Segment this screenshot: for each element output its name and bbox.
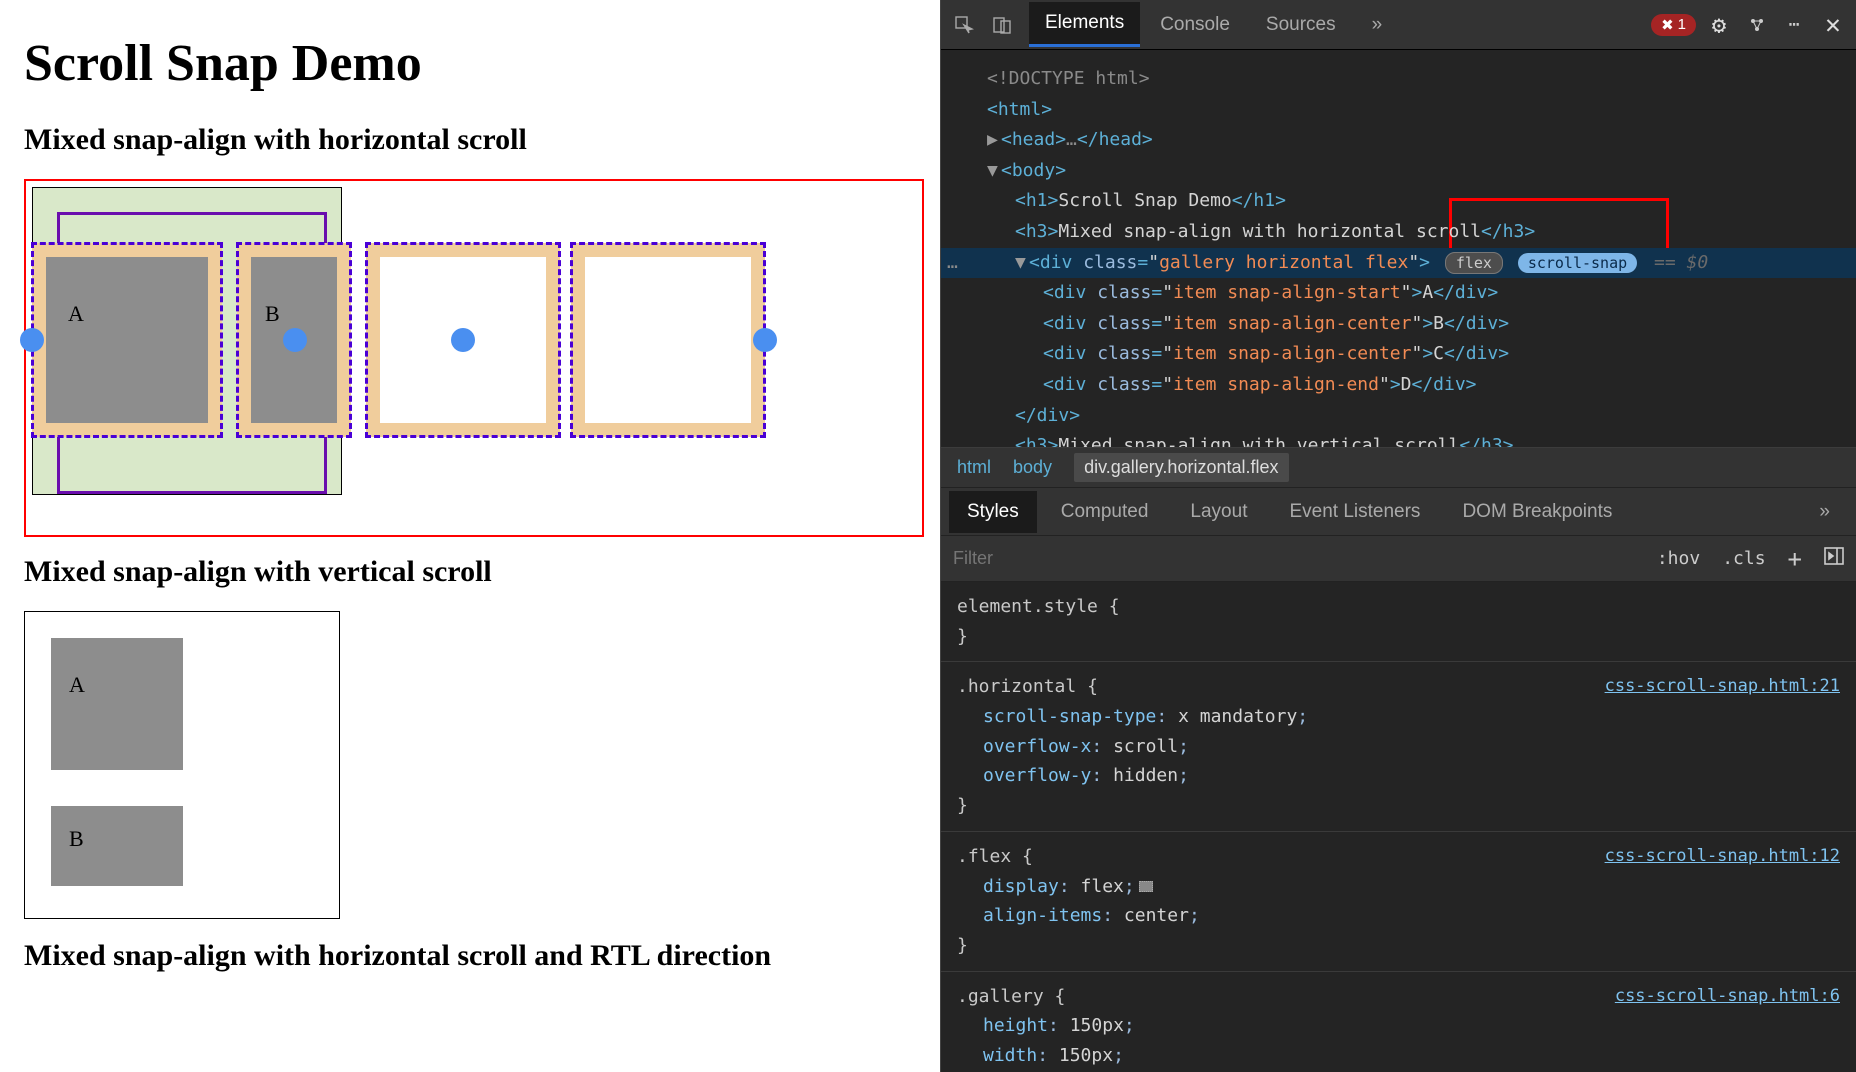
source-link[interactable]: css-scroll-snap.html:21 [1605, 672, 1840, 700]
snap-point-dot [451, 328, 475, 352]
flex-editor-icon[interactable] [1139, 881, 1153, 892]
dom-node[interactable]: ▼<body> [969, 156, 1844, 187]
section-heading-vertical: Mixed snap-align with vertical scroll [24, 555, 916, 589]
dom-node[interactable]: ▶<head>…</head> [969, 125, 1844, 156]
page-title: Scroll Snap Demo [24, 34, 916, 93]
devtools-panel: Elements Console Sources » ✖ 1 ⚙ ⋯ ✕ <!D… [940, 0, 1856, 1072]
tab-layout[interactable]: Layout [1172, 491, 1265, 533]
console-ref: == $0 [1654, 252, 1708, 273]
tabs-overflow[interactable]: » [1356, 4, 1399, 46]
styles-tabs: Styles Computed Layout Event Listeners D… [941, 488, 1856, 536]
flex-badge[interactable]: flex [1445, 252, 1503, 274]
css-declaration[interactable]: width: 150px; [957, 1041, 1840, 1071]
gallery-vertical[interactable]: A B [24, 611, 340, 919]
cls-toggle[interactable]: .cls [1722, 548, 1765, 569]
css-selector[interactable]: .horizontal [957, 676, 1076, 697]
dom-node[interactable]: </div> [969, 401, 1844, 432]
devtools-tabs: Elements Console Sources » [1029, 2, 1398, 47]
more-tools-icon[interactable] [1742, 10, 1772, 40]
rendered-page: Scroll Snap Demo Mixed snap-align with h… [0, 0, 940, 1072]
css-declaration[interactable]: scroll-snap-type: x mandatory; [957, 702, 1840, 732]
dom-node[interactable]: <div class="item snap-align-center">C</d… [969, 339, 1844, 370]
css-selector[interactable]: element.style [957, 596, 1098, 617]
css-selector[interactable]: .gallery [957, 986, 1044, 1007]
breadcrumb-item[interactable]: html [957, 457, 991, 478]
source-link[interactable]: css-scroll-snap.html:12 [1605, 842, 1840, 870]
dom-node[interactable]: <h3>Mixed snap-align with horizontal scr… [969, 217, 1844, 248]
styles-filter-input[interactable] [953, 548, 1635, 569]
error-count-badge[interactable]: ✖ 1 [1651, 14, 1696, 36]
kebab-menu-icon[interactable]: ⋯ [1780, 10, 1810, 40]
tab-elements[interactable]: Elements [1029, 2, 1140, 47]
scroll-snap-badge[interactable]: scroll-snap [1518, 253, 1637, 273]
css-declaration[interactable]: overflow-x: scroll; [957, 732, 1840, 762]
css-rule[interactable]: css-scroll-snap.html:12 .flex { display:… [941, 832, 1856, 972]
gutter-ellipsis: … [947, 248, 958, 279]
styles-rules-pane[interactable]: element.style { } css-scroll-snap.html:2… [941, 582, 1856, 1072]
error-icon: ✖ [1661, 16, 1674, 34]
snap-point-dot [753, 328, 777, 352]
tab-styles[interactable]: Styles [949, 491, 1037, 533]
breadcrumb: html body div.gallery.horizontal.flex [941, 448, 1856, 488]
close-devtools-icon[interactable]: ✕ [1818, 10, 1848, 40]
hover-toggle[interactable]: :hov [1657, 548, 1700, 569]
inspect-element-icon[interactable] [949, 10, 979, 40]
tab-console[interactable]: Console [1144, 4, 1246, 46]
devtools-node-highlight: A B [24, 179, 924, 537]
snap-item-c [366, 243, 560, 437]
sidebar-toggle-icon[interactable] [1824, 547, 1844, 570]
source-link[interactable]: css-scroll-snap.html:6 [1615, 982, 1840, 1010]
breadcrumb-item[interactable]: body [1013, 457, 1052, 478]
breadcrumb-item-active[interactable]: div.gallery.horizontal.flex [1074, 453, 1288, 482]
css-rule[interactable]: element.style { } [941, 582, 1856, 662]
settings-gear-icon[interactable]: ⚙ [1704, 10, 1734, 40]
gallery-item-a-grey [47, 276, 177, 406]
css-declaration[interactable]: height: 150px; [957, 1011, 1840, 1041]
tabs-overflow[interactable]: » [1801, 491, 1848, 533]
item-label: A [69, 672, 85, 698]
dom-node[interactable]: <h1>Scroll Snap Demo</h1> [969, 186, 1844, 217]
dom-tree[interactable]: <!DOCTYPE html> <html> ▶<head>…</head> ▼… [941, 50, 1856, 448]
styles-filter-bar: :hov .cls + [941, 536, 1856, 582]
gallery-item[interactable]: B [51, 806, 183, 886]
section-heading-horizontal: Mixed snap-align with horizontal scroll [24, 123, 916, 157]
devtools-toolbar: Elements Console Sources » ✖ 1 ⚙ ⋯ ✕ [941, 0, 1856, 50]
new-rule-button[interactable]: + [1788, 545, 1802, 573]
device-toggle-icon[interactable] [987, 10, 1017, 40]
dom-node[interactable]: <h3>Mixed snap-align with vertical scrol… [969, 431, 1844, 448]
css-declaration[interactable]: overflow-y: hidden; [957, 761, 1840, 791]
tab-dom-breakpoints[interactable]: DOM Breakpoints [1444, 491, 1630, 533]
css-declaration[interactable]: align-items: center; [957, 901, 1840, 931]
dom-node[interactable]: <html> [969, 95, 1844, 126]
section-heading-rtl: Mixed snap-align with horizontal scroll … [24, 939, 784, 973]
dom-node-selected[interactable]: … ▼<div class="gallery horizontal flex">… [941, 248, 1856, 279]
css-selector[interactable]: .flex [957, 846, 1011, 867]
dom-node[interactable]: <div class="item snap-align-center">B</d… [969, 309, 1844, 340]
item-label: B [69, 826, 84, 852]
css-rule[interactable]: css-scroll-snap.html:6 .gallery { height… [941, 972, 1856, 1072]
dom-node[interactable]: <!DOCTYPE html> [969, 64, 1844, 95]
dom-node[interactable]: <div class="item snap-align-start">A</di… [969, 278, 1844, 309]
gallery-horizontal[interactable] [32, 187, 342, 495]
error-count: 1 [1678, 16, 1686, 33]
dom-node[interactable]: <div class="item snap-align-end">D</div> [969, 370, 1844, 401]
css-rule[interactable]: css-scroll-snap.html:21 .horizontal { sc… [941, 662, 1856, 831]
snap-item-d [571, 243, 765, 437]
css-declaration[interactable]: display: flex; [957, 872, 1840, 902]
tab-sources[interactable]: Sources [1250, 4, 1352, 46]
tab-event-listeners[interactable]: Event Listeners [1271, 491, 1438, 533]
tab-computed[interactable]: Computed [1043, 491, 1167, 533]
gallery-item[interactable]: A [51, 638, 183, 770]
